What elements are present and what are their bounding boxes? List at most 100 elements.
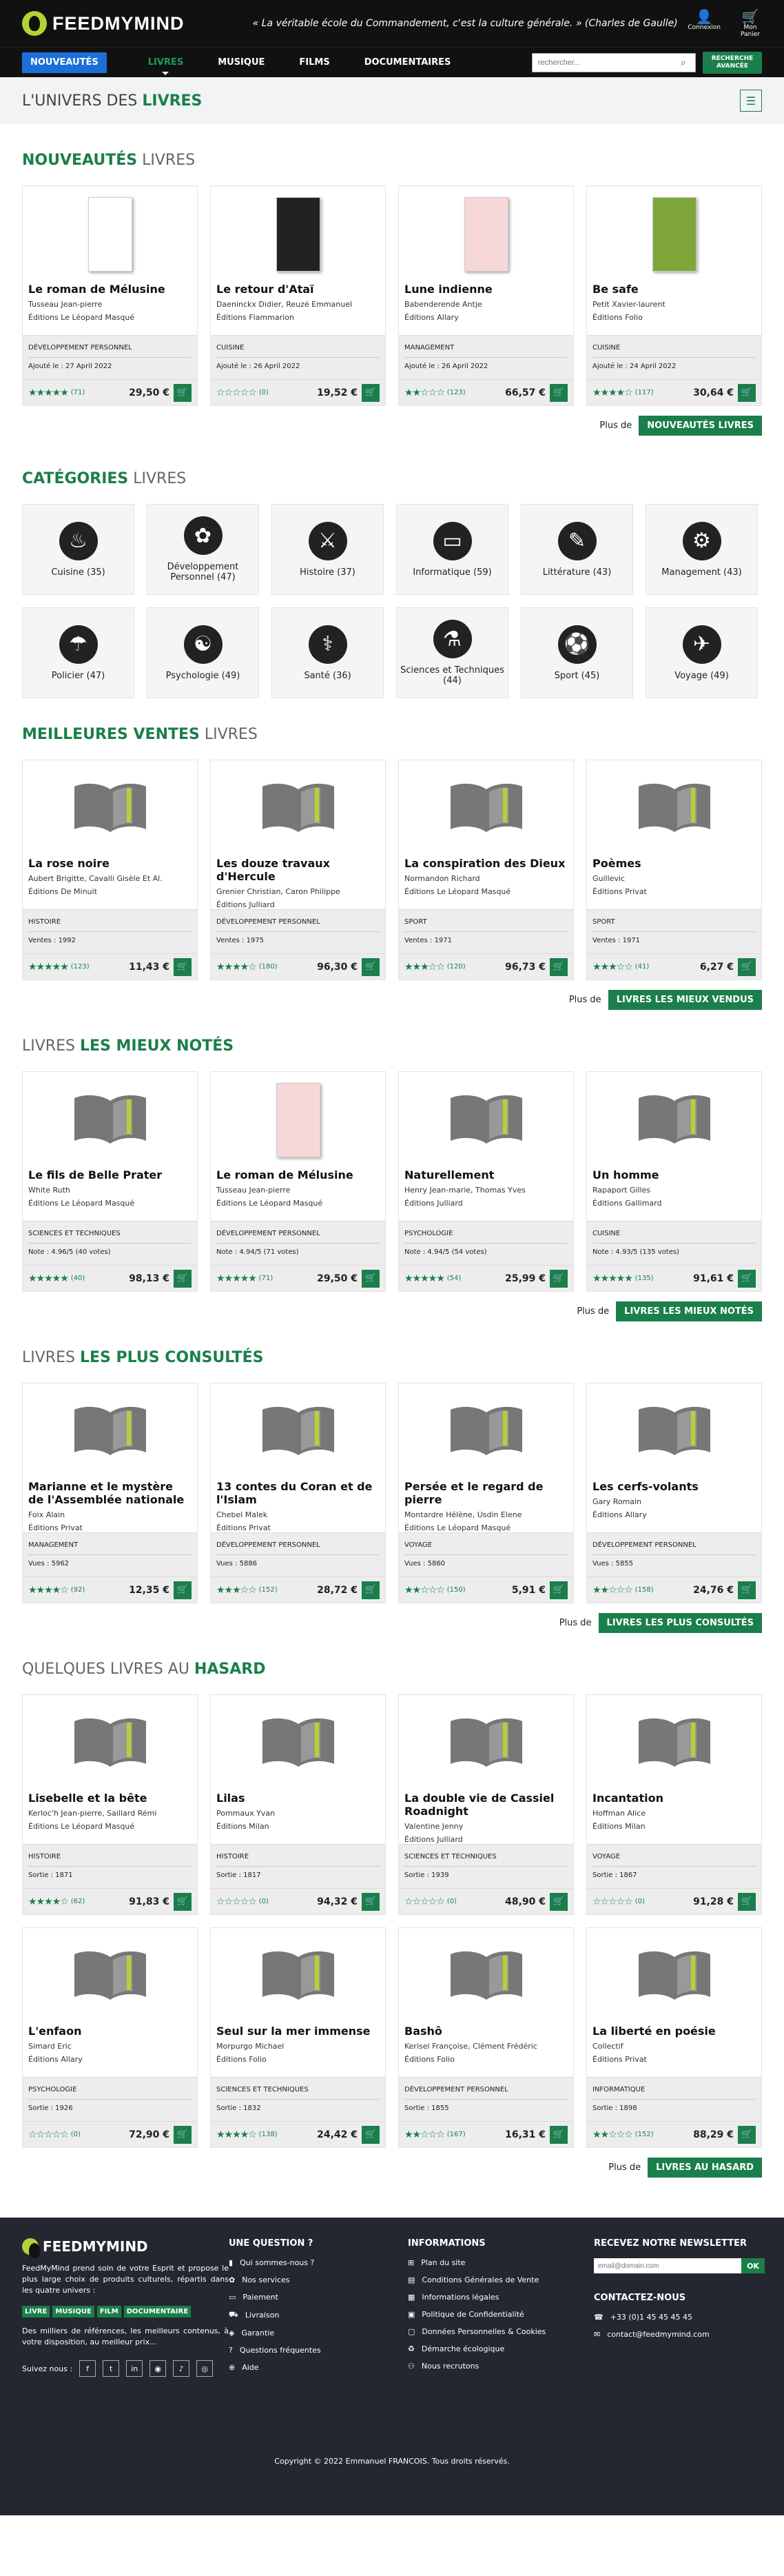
category-tile[interactable]: ✿ Développement Personnel (47) — [147, 504, 259, 595]
add-to-cart-icon[interactable]: 🛒 — [174, 1892, 192, 1911]
discord-icon[interactable]: ◉ — [149, 2360, 167, 2377]
book-card[interactable]: Le retour d'Ataï Daeninckx Didier, Reuzé … — [210, 185, 386, 406]
add-to-cart-icon[interactable]: 🛒 — [174, 2125, 192, 2144]
add-to-cart-icon[interactable]: 🛒 — [362, 383, 380, 402]
book-title[interactable]: La rose noire — [28, 857, 192, 870]
add-to-cart-icon[interactable]: 🛒 — [362, 2125, 380, 2144]
add-to-cart-icon[interactable]: 🛒 — [362, 1892, 380, 1911]
footer-link[interactable]: ▢ Données Personnelles & Cookies — [408, 2327, 594, 2336]
book-card[interactable]: 13 contes du Coran et de l'Islam Chebel M… — [210, 1383, 386, 1603]
instagram-icon[interactable]: ◎ — [196, 2360, 214, 2377]
book-title[interactable]: Lune indienne — [404, 283, 568, 296]
add-to-cart-icon[interactable]: 🛒 — [174, 1269, 192, 1288]
more-button[interactable]: LIVRES LES PLUS CONSULTÉS — [598, 1613, 762, 1633]
book-card[interactable]: Les douze travaux d'Hercule Grenier Chris… — [210, 760, 386, 980]
footer-link[interactable]: ▤ Conditions Générales de Vente — [408, 2275, 594, 2284]
footer-link[interactable]: ⚇ Nous recrutons — [408, 2362, 594, 2371]
book-card[interactable]: Poèmes Guillevic Éditions Privat SPORT Vente… — [586, 760, 762, 980]
footer-link[interactable]: ▮ Qui sommes-nous ? — [229, 2258, 408, 2267]
book-title[interactable]: 13 contes du Coran et de l'Islam — [216, 1480, 380, 1506]
book-title[interactable]: Persée et le regard de pierre — [404, 1480, 568, 1506]
book-card[interactable]: Lisebelle et la bête Kerloc'h Jean-pierre… — [22, 1694, 198, 1915]
footer-logo[interactable]: FEEDMYMIND — [22, 2238, 229, 2258]
book-title[interactable]: La conspiration des Dieux — [404, 857, 568, 870]
book-title[interactable]: Poèmes — [592, 857, 756, 870]
add-to-cart-icon[interactable]: 🛒 — [550, 1581, 568, 1599]
footer-link[interactable]: ◈ Garantie — [229, 2329, 408, 2337]
category-tile[interactable]: ☂ Policier (47) — [22, 607, 134, 698]
more-button[interactable]: LIVRES LES MIEUX VENDUS — [608, 990, 762, 1010]
search-input[interactable] — [532, 52, 696, 72]
book-card[interactable]: La double vie de Cassiel Roadnight Valent… — [398, 1694, 574, 1915]
book-card[interactable]: Incantation Hoffman Alice Éditions Milan VO… — [586, 1694, 762, 1915]
tag-musique[interactable]: MUSIQUE — [52, 2306, 94, 2318]
login-button[interactable]: 👤 Connexion — [688, 9, 721, 38]
book-card[interactable]: La rose noire Aubert Brigitte, Cavalli Gi… — [22, 760, 198, 980]
category-tile[interactable]: ♨ Cuisine (35) — [22, 504, 134, 595]
contact-email[interactable]: ✉ contact@feedmymind.com — [594, 2330, 770, 2339]
book-title[interactable]: Le retour d'Ataï — [216, 283, 380, 296]
book-title[interactable]: Lilas — [216, 1792, 380, 1805]
add-to-cart-icon[interactable]: 🛒 — [550, 957, 568, 976]
book-card[interactable]: Le roman de Mélusine Tusseau Jean-pierre É… — [210, 1071, 386, 1292]
add-to-cart-icon[interactable]: 🛒 — [550, 1892, 568, 1911]
book-card[interactable]: Lune indienne Babenderende Antje Éditions … — [398, 185, 574, 406]
book-title[interactable]: Le fils de Belle Prater — [28, 1168, 192, 1181]
book-card[interactable]: Un homme Rapaport Gilles Éditions Gallimar… — [586, 1071, 762, 1292]
book-title[interactable]: L'enfaon — [28, 2025, 192, 2038]
list-view-icon[interactable]: ☰ — [740, 90, 762, 112]
add-to-cart-icon[interactable]: 🛒 — [362, 1581, 380, 1599]
more-button[interactable]: LIVRES AU HASARD — [648, 2158, 762, 2178]
add-to-cart-icon[interactable]: 🛒 — [550, 1269, 568, 1288]
book-card[interactable]: Naturellement Henry Jean-marie, Thomas Yv… — [398, 1071, 574, 1292]
book-title[interactable]: Les douze travaux d'Hercule — [216, 857, 380, 883]
footer-link[interactable]: ♻ Démarche écologique — [408, 2344, 594, 2353]
tiktok-icon[interactable]: ♪ — [173, 2360, 190, 2377]
book-card[interactable]: Les cerfs-volants Gary Romain Éditions All… — [586, 1383, 762, 1603]
more-button[interactable]: LIVRES LES MIEUX NOTÉS — [616, 1301, 762, 1321]
book-title[interactable]: Le roman de Mélusine — [28, 283, 192, 296]
tag-film[interactable]: FILM — [96, 2306, 121, 2318]
tag-documentaire[interactable]: DOCUMENTAIRE — [123, 2306, 192, 2318]
add-to-cart-icon[interactable]: 🛒 — [738, 1892, 756, 1911]
book-card[interactable]: Be safe Petit Xavier-laurent Éditions Foli… — [586, 185, 762, 406]
newsletter-email-input[interactable] — [594, 2258, 741, 2273]
book-card[interactable]: Marianne et le mystère de l'Assemblée na… — [22, 1383, 198, 1603]
category-tile[interactable]: ▭ Informatique (59) — [396, 504, 508, 595]
advanced-search-button[interactable]: RECHERCHE AVANCÉE — [703, 51, 762, 74]
footer-link[interactable]: ⛟ Livraison — [229, 2310, 408, 2320]
footer-link[interactable]: ✿ Nos services — [229, 2275, 408, 2284]
book-card[interactable]: L'enfaon Simard Eric Éditions Allary PSYCHO… — [22, 1927, 198, 2148]
add-to-cart-icon[interactable]: 🛒 — [174, 957, 192, 976]
book-card[interactable]: Le fils de Belle Prater White Ruth Édition… — [22, 1071, 198, 1292]
add-to-cart-icon[interactable]: 🛒 — [738, 1269, 756, 1288]
book-title[interactable]: La double vie de Cassiel Roadnight — [404, 1792, 568, 1818]
footer-link[interactable]: ⊞ Plan du site — [408, 2258, 594, 2267]
book-title[interactable]: Un homme — [592, 1168, 756, 1181]
category-tile[interactable]: ✈ Voyage (49) — [646, 607, 758, 698]
add-to-cart-icon[interactable]: 🛒 — [362, 957, 380, 976]
book-title[interactable]: Marianne et le mystère de l'Assemblée na… — [28, 1480, 192, 1506]
book-card[interactable]: Le roman de Mélusine Tusseau Jean-pierre É… — [22, 185, 198, 406]
category-tile[interactable]: ☯ Psychologie (49) — [147, 607, 259, 698]
category-tile[interactable]: ⚙ Management (43) — [646, 504, 758, 595]
category-tile[interactable]: ⚕ Santé (36) — [271, 607, 384, 698]
nav-nouveautes[interactable]: NOUVEAUTÉS — [22, 52, 107, 73]
book-title[interactable]: Le roman de Mélusine — [216, 1168, 380, 1181]
footer-link[interactable]: ▭ Paiement — [229, 2293, 408, 2302]
add-to-cart-icon[interactable]: 🛒 — [738, 383, 756, 402]
add-to-cart-icon[interactable]: 🛒 — [550, 2125, 568, 2144]
book-card[interactable]: La conspiration des Dieux Normandon Richa… — [398, 760, 574, 980]
book-card[interactable]: Bashô Kerisel Françoise, Clément Frédéric… — [398, 1927, 574, 2148]
book-title[interactable]: Seul sur la mer immense — [216, 2025, 380, 2038]
add-to-cart-icon[interactable]: 🛒 — [174, 383, 192, 402]
add-to-cart-icon[interactable]: 🛒 — [174, 1581, 192, 1599]
book-title[interactable]: Incantation — [592, 1792, 756, 1805]
footer-link[interactable]: ▣ Politique de Confidentialité — [408, 2310, 594, 2319]
add-to-cart-icon[interactable]: 🛒 — [738, 957, 756, 976]
site-logo[interactable]: FEEDMYMIND — [22, 11, 243, 36]
footer-link[interactable]: ⊕ Aide — [229, 2363, 408, 2372]
add-to-cart-icon[interactable]: 🛒 — [738, 1581, 756, 1599]
book-title[interactable]: La liberté en poésie — [592, 2025, 756, 2038]
category-tile[interactable]: ✎ Littérature (43) — [521, 504, 633, 595]
